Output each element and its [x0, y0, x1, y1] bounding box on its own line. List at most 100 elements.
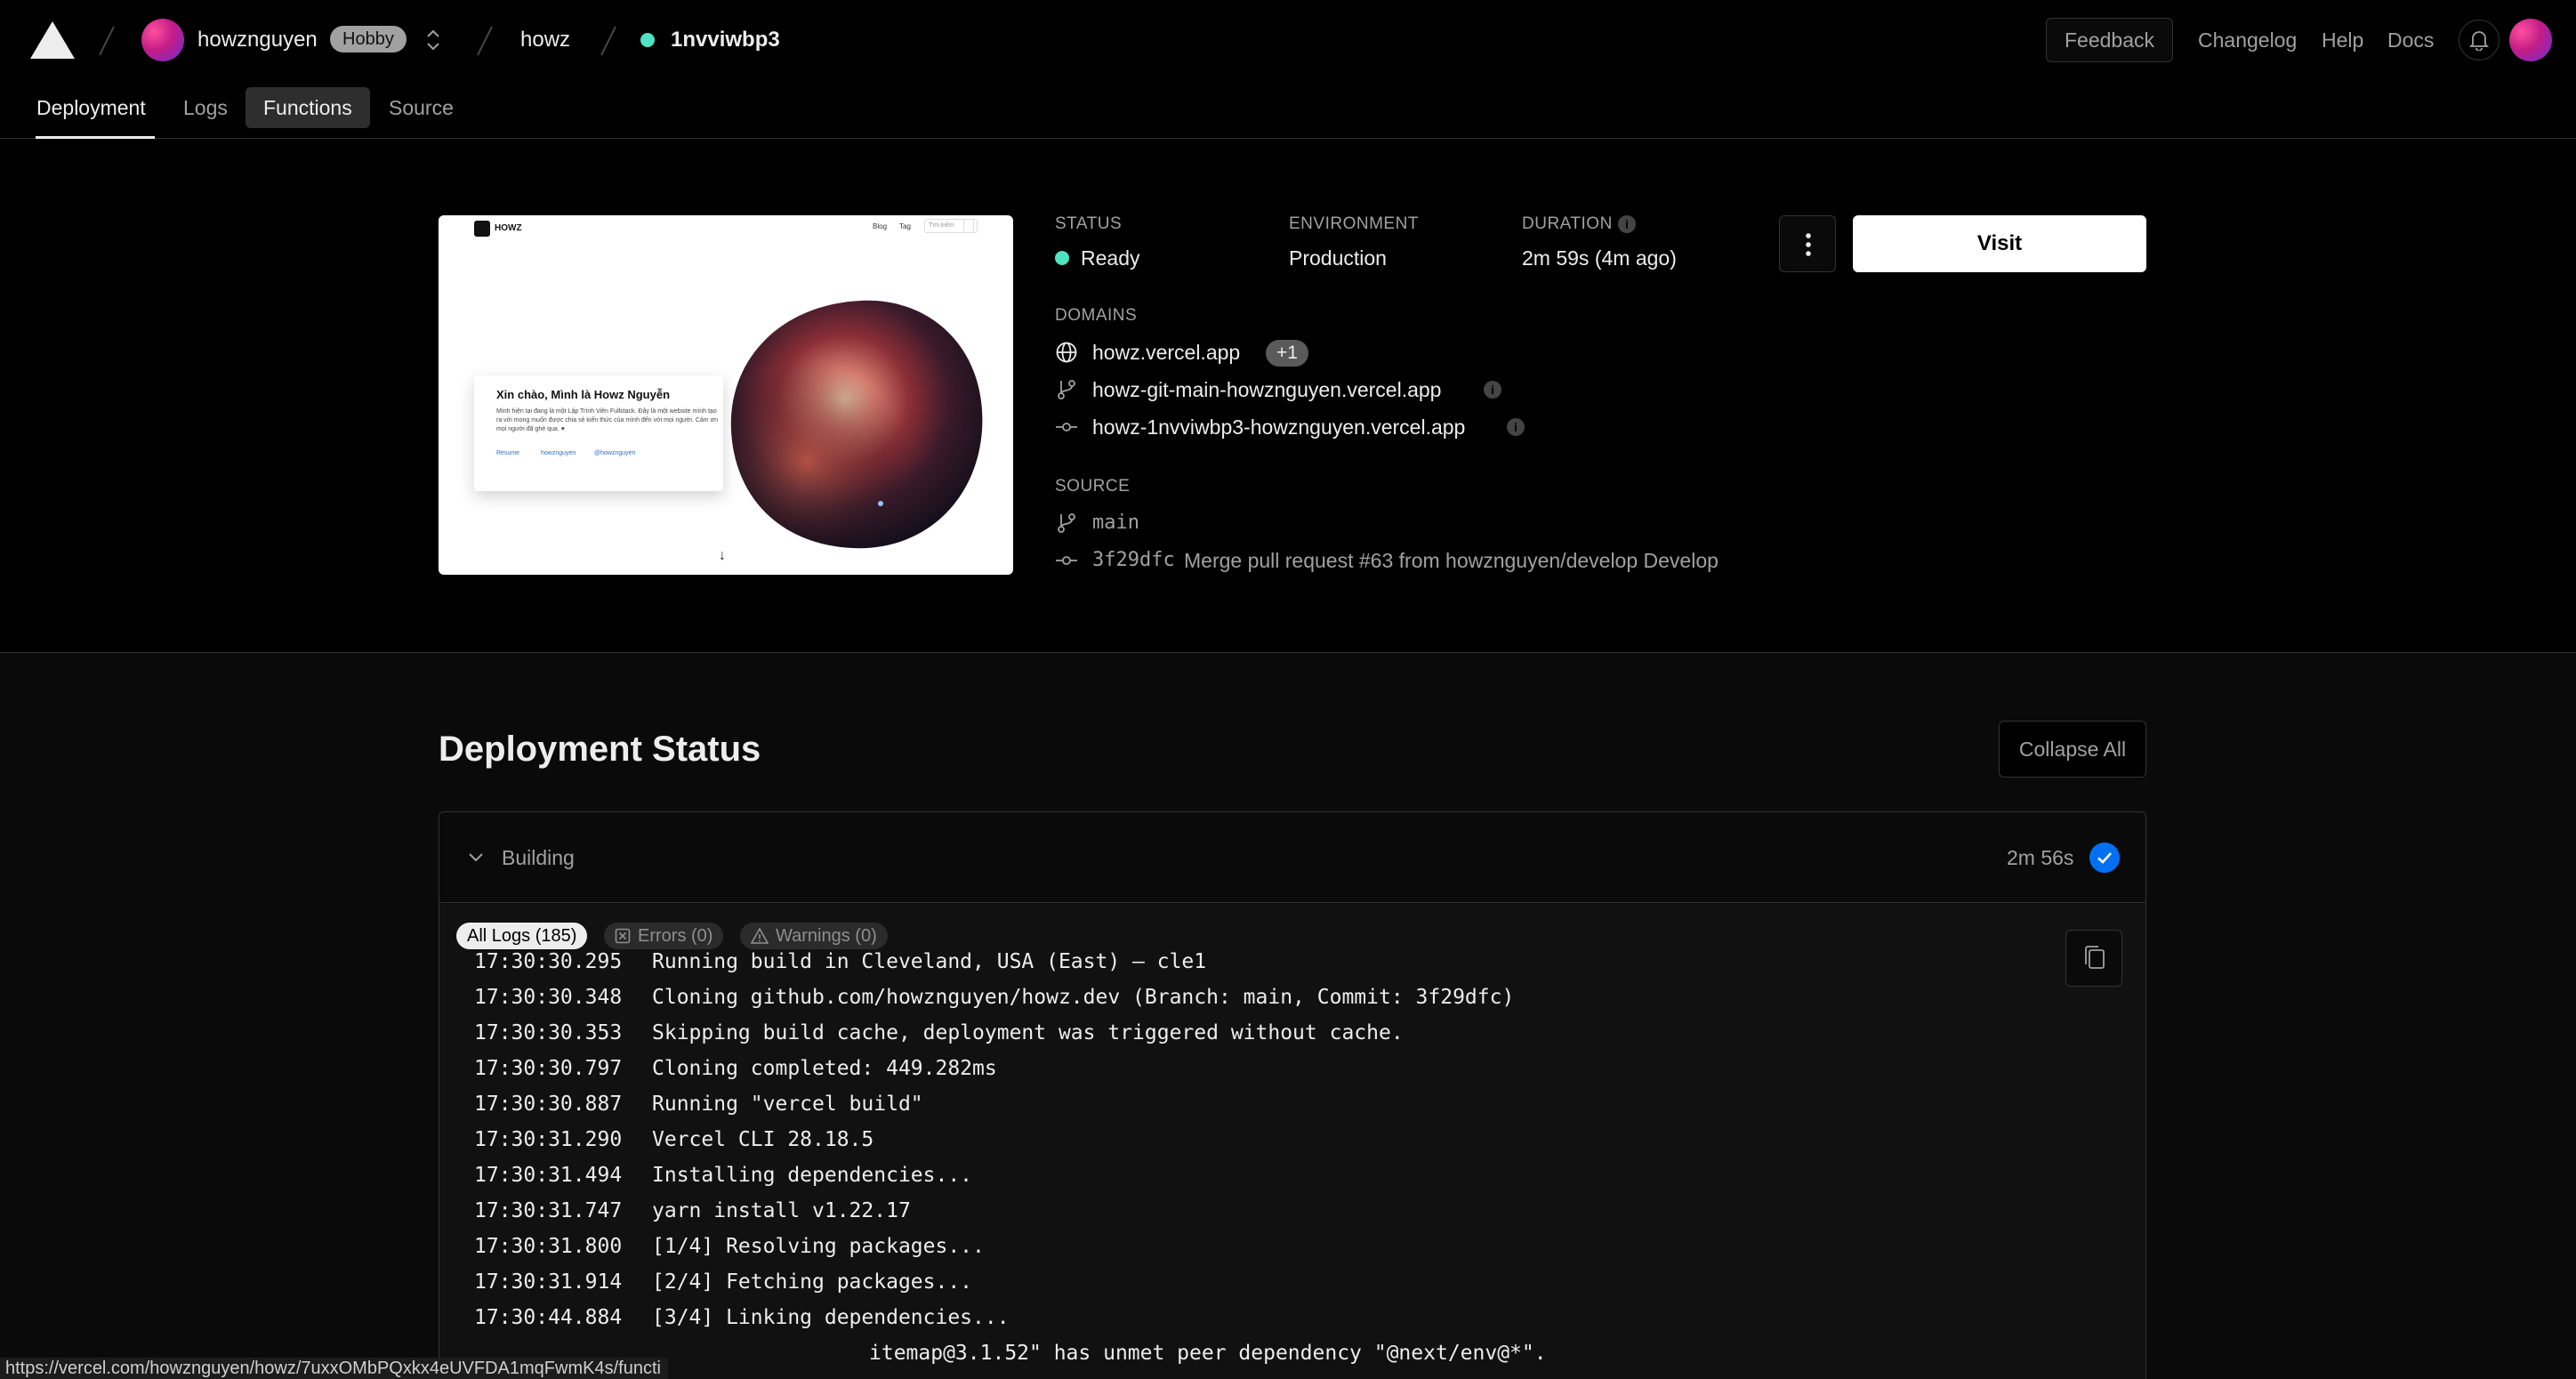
domain-link-branch[interactable]: howz-git-main-howznguyen.vercel.app [1092, 376, 1441, 403]
browser-status-url: https://vercel.com/howznguyen/howz/7uxxO… [0, 1358, 668, 1379]
source-branch[interactable]: main [1092, 510, 1139, 536]
duration-label: DURATION [1522, 214, 1613, 233]
status-dot [1055, 251, 1069, 265]
team-avatar[interactable] [141, 19, 184, 61]
more-options-button[interactable] [1779, 215, 1836, 272]
domain-link-deployment[interactable]: howz-1nvviwbp3-howznguyen.vercel.app [1092, 414, 1465, 440]
log-timestamp: 17:30:31.914 [474, 1270, 623, 1294]
vercel-logo-icon[interactable] [30, 21, 75, 59]
filter-errors-label: Errors (0) [638, 926, 713, 946]
visit-button[interactable]: Visit [1853, 215, 2146, 272]
preview-nav-tag: Tag [899, 222, 911, 230]
log-line: 17:30:31.747 yarn install v1.22.17 [474, 1193, 911, 1229]
deployment-status-dot [640, 33, 655, 47]
status-value: Ready [1081, 246, 1140, 270]
log-message: Running build in Cleveland, USA (East) –… [652, 950, 1207, 973]
section-title: Deployment Status [439, 730, 761, 769]
log-line: 17:30:31.800 [1/4] Resolving packages... [474, 1229, 985, 1264]
project-name[interactable]: howz [520, 27, 570, 53]
log-message: Vercel CLI 28.18.5 [652, 1128, 874, 1151]
deployment-preview[interactable]: HOWZ Blog Tag Tìm kiếm Xin chào, Mình là… [439, 215, 1013, 575]
globe-icon [1056, 342, 1077, 363]
log-timestamp: 17:30:30.797 [474, 1057, 623, 1080]
log-line: 17:30:30.887 Running "vercel build" [474, 1086, 923, 1122]
log-message: Cloning completed: 449.282ms [652, 1057, 997, 1080]
copy-logs-button[interactable] [2065, 930, 2122, 987]
duration-value: 2m 59s (4m ago) [1522, 246, 1677, 270]
help-link[interactable]: Help [2322, 27, 2363, 53]
log-timestamp: 17:30:44.884 [474, 1306, 623, 1329]
info-icon[interactable]: i [1507, 418, 1525, 436]
log-message: Running "vercel build" [652, 1093, 923, 1116]
chevron-up-down-icon[interactable] [422, 27, 445, 53]
preview-scroll-down-icon: ↓ [719, 548, 726, 563]
warning-triangle-icon [751, 927, 769, 944]
git-commit-icon [1056, 556, 1077, 565]
tab-source[interactable]: Source [371, 87, 471, 128]
breadcrumb-separator-icon [477, 26, 493, 56]
build-step-panel: Building 2m 56s All Logs (185) Errors (0… [439, 811, 2146, 1379]
bell-icon [2469, 31, 2489, 51]
tab-bar: Deployment Logs Functions Source [0, 80, 2576, 139]
git-branch-icon [1058, 380, 1075, 399]
domain-link-primary[interactable]: howz.vercel.app [1092, 339, 1240, 366]
log-line: 17:30:30.348 Cloning github.com/howznguye… [474, 980, 1514, 1015]
preview-link-github: howznguyen [541, 450, 576, 456]
log-message: Skipping build cache, deployment was tri… [652, 1021, 1404, 1044]
log-message: [1/4] Resolving packages... [652, 1235, 985, 1258]
info-icon[interactable]: i [1484, 381, 1501, 399]
deployment-id[interactable]: 1nvviwbp3 [671, 27, 780, 53]
log-line: itemap@3.1.52" has unmet peer dependency… [869, 1335, 1547, 1371]
log-timestamp: 17:30:31.290 [474, 1128, 623, 1151]
user-avatar[interactable] [2509, 19, 2552, 61]
git-commit-icon [1056, 423, 1077, 431]
log-message: itemap@3.1.52" has unmet peer dependency… [869, 1342, 1547, 1365]
log-line: 17:30:30.295 Running build in Cleveland, … [474, 944, 1206, 980]
copy-icon [2085, 946, 2105, 969]
source-label: SOURCE [1055, 477, 1131, 496]
breadcrumb-separator-icon [99, 26, 115, 56]
log-viewer: All Logs (185) Errors (0) Warnings (0) 1… [439, 904, 2145, 1379]
log-line: 17:30:31.290 Vercel CLI 28.18.5 [474, 1122, 873, 1157]
tab-deployment[interactable]: Deployment [19, 87, 164, 128]
collapse-all-button[interactable]: Collapse All [1999, 721, 2146, 778]
preview-link-twitter: @howznguyen [594, 450, 636, 456]
log-line: 17:30:31.494 Installing dependencies... [474, 1157, 972, 1193]
log-line: 17:30:44.884 [3/4] Linking dependencies..… [474, 1300, 1010, 1335]
breadcrumb-separator-icon [600, 26, 616, 56]
source-commit-hash[interactable]: 3f29dfc [1092, 547, 1175, 574]
chevron-down-icon[interactable] [466, 848, 486, 867]
docs-link[interactable]: Docs [2387, 27, 2434, 53]
log-line: 17:30:30.353 Skipping build cache, deploy… [474, 1015, 1404, 1051]
log-timestamp: 17:30:31.800 [474, 1235, 623, 1258]
feedback-button[interactable]: Feedback [2046, 18, 2174, 62]
tab-functions[interactable]: Functions [246, 87, 370, 128]
filter-warnings-label: Warnings (0) [776, 926, 877, 946]
status-label: STATUS [1055, 214, 1123, 233]
plan-badge: Hobby [330, 26, 407, 52]
team-name[interactable]: howznguyen [197, 27, 318, 53]
tab-logs[interactable]: Logs [165, 87, 246, 128]
build-step-title: Building [502, 846, 575, 869]
log-line: 17:30:30.797 Cloning completed: 449.282ms [474, 1051, 997, 1086]
build-step-duration: 2m 56s [2007, 846, 2074, 869]
preview-body: Mình hiện tại đang là một Lập Trình Viên… [496, 408, 719, 432]
environment-value: Production [1289, 246, 1387, 270]
git-branch-icon [1058, 513, 1075, 533]
log-message: Installing dependencies... [652, 1164, 973, 1187]
preview-theme-toggle [963, 219, 978, 233]
top-bar: howznguyen Hobby howz 1nvviwbp3 Feedback… [0, 0, 2576, 80]
changelog-link[interactable]: Changelog [2198, 27, 2297, 53]
log-timestamp: 17:30:31.494 [474, 1164, 623, 1187]
more-vertical-icon [1806, 233, 1811, 256]
preview-nebula-image [730, 300, 983, 549]
log-message: [3/4] Linking dependencies... [652, 1306, 1010, 1329]
log-timestamp: 17:30:30.887 [474, 1093, 623, 1116]
source-commit-message[interactable]: Merge pull request #63 from howznguyen/d… [1184, 547, 1719, 574]
build-step-header[interactable]: Building 2m 56s [439, 812, 2145, 903]
more-domains-badge[interactable]: +1 [1266, 340, 1308, 367]
log-message: [2/4] Fetching packages... [652, 1270, 973, 1294]
info-icon[interactable]: i [1618, 215, 1636, 233]
notifications-button[interactable] [2459, 20, 2500, 60]
preview-link-resume: Resume [496, 450, 520, 456]
